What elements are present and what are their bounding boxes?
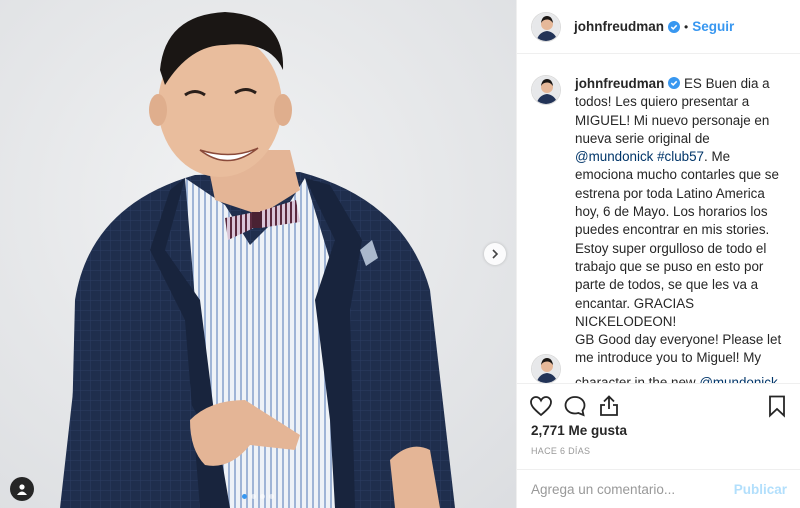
speech-bubble-icon[interactable] <box>563 394 587 418</box>
likes-count[interactable]: 2,771 Me gusta <box>531 423 627 438</box>
caption-username[interactable]: johnfreudman <box>575 76 664 91</box>
separator-dot: • <box>684 19 689 34</box>
carousel-indicator <box>242 494 274 499</box>
share-icon[interactable] <box>597 394 621 418</box>
heart-icon[interactable] <box>529 394 553 418</box>
comment-input[interactable] <box>531 481 734 497</box>
profile-photo <box>532 76 560 104</box>
comment-text: character in the new @mundonick original… <box>575 374 787 383</box>
post-header: johnfreudman • Seguir <box>517 0 800 54</box>
hashtag-link[interactable]: #club57 <box>657 149 704 164</box>
profile-photo <box>532 354 560 383</box>
mention-link[interactable]: @mundonick <box>699 375 777 383</box>
post-photo <box>0 0 516 508</box>
avatar[interactable] <box>531 11 561 42</box>
add-comment-bar: Publicar <box>517 469 800 508</box>
username-link[interactable]: johnfreudman <box>574 19 664 34</box>
comments-list[interactable]: johnfreudman ES Buen dia a todos! Les qu… <box>517 55 800 383</box>
carousel-dot <box>242 494 247 499</box>
carousel-dot <box>260 494 265 499</box>
mention-link[interactable]: @mundonick <box>575 149 653 164</box>
comment-text-segment: character in the new <box>575 374 700 383</box>
verified-badge-icon <box>668 20 680 33</box>
tagged-users-button[interactable] <box>10 477 34 501</box>
avatar[interactable] <box>531 353 561 383</box>
next-photo-button[interactable] <box>484 243 506 265</box>
carousel-dot <box>269 494 274 499</box>
follow-button[interactable]: Seguir <box>692 19 734 34</box>
publish-button[interactable]: Publicar <box>734 482 787 497</box>
bookmark-icon[interactable] <box>765 394 789 418</box>
caption-continuation: character in the new @mundonick original… <box>517 353 800 383</box>
comment-text-segment: . Me emociona mucho contarles que se est… <box>575 149 779 329</box>
avatar[interactable] <box>531 75 561 105</box>
verified-badge-icon <box>668 77 681 89</box>
caption-comment: johnfreudman ES Buen dia a todos! Les qu… <box>517 75 800 368</box>
caption-body: ES Buen dia a todos! Les quiero presenta… <box>575 76 779 329</box>
caption-english-start: GB Good day everyone! Please let me intr… <box>575 332 782 366</box>
carousel-dot <box>251 494 256 499</box>
profile-photo <box>532 12 560 41</box>
user-icon <box>17 484 27 495</box>
post-sidebar: johnfreudman • Seguir johnfreudman ES Bu… <box>516 0 800 508</box>
post-timestamp[interactable]: HACE 6 DÍAS <box>531 446 590 456</box>
caption-text: johnfreudman ES Buen dia a todos! Les qu… <box>575 75 787 368</box>
chevron-right-icon <box>492 249 499 259</box>
post-media[interactable] <box>0 0 516 508</box>
